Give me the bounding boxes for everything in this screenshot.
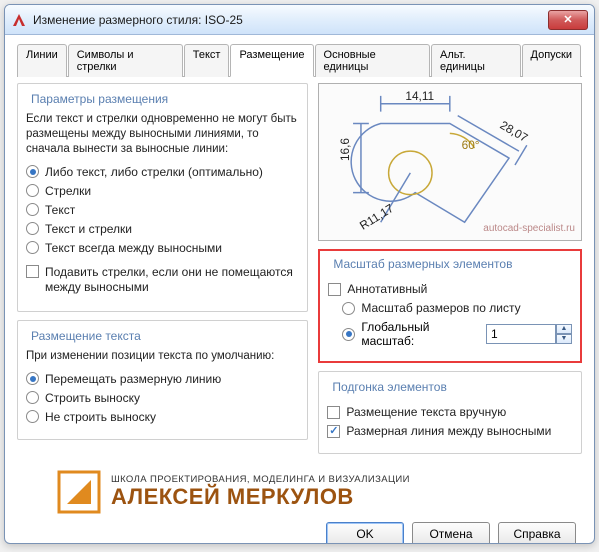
textplace-opt-leader[interactable]: Строить выноску (26, 391, 299, 405)
tab-tolerances[interactable]: Допуски (522, 44, 581, 77)
textplace-intro: При изменении позиции текста по умолчани… (26, 349, 299, 364)
tab-alt-units[interactable]: Альт. единицы (431, 44, 521, 77)
svg-text:R11,17: R11,17 (357, 201, 396, 233)
radio-icon (26, 391, 39, 404)
textplace-legend: Размещение текста (28, 329, 144, 343)
ok-button[interactable]: OK (326, 522, 404, 544)
checkbox-icon (327, 406, 340, 419)
radio-icon (26, 184, 39, 197)
fit-options-group: Параметры размещения Если текст и стрелк… (17, 83, 308, 312)
fine-legend: Подгонка элементов (329, 380, 449, 394)
scale-annotative[interactable]: Аннотативный (328, 282, 572, 296)
logo-icon (57, 470, 101, 514)
svg-text:60°: 60° (462, 138, 480, 152)
tab-lines[interactable]: Линии (17, 44, 67, 77)
scale-global-spinner[interactable]: ▲▼ (486, 324, 572, 344)
fine-manual[interactable]: Размещение текста вручную (327, 405, 573, 419)
dimension-preview: 14,11 16,6 28,07 60° R11,17 autocad-spec… (318, 83, 582, 241)
radio-icon (26, 165, 39, 178)
watermark: autocad-specialist.ru (483, 223, 575, 234)
logo-title: АЛЕКСЕЙ МЕРКУЛОВ (111, 485, 410, 509)
radio-icon (26, 410, 39, 423)
tab-primary-units[interactable]: Основные единицы (315, 44, 430, 77)
fit-opt-text[interactable]: Текст (26, 203, 299, 217)
scale-legend: Масштаб размерных элементов (330, 257, 515, 271)
fit-opt-both[interactable]: Текст и стрелки (26, 222, 299, 236)
button-bar: OK Отмена Справка (17, 522, 582, 544)
radio-icon (26, 241, 39, 254)
logo-block: ШКОЛА ПРОЕКТИРОВАНИЯ, МОДЕЛИНГА И ВИЗУАЛ… (17, 466, 582, 516)
cancel-button[interactable]: Отмена (412, 522, 490, 544)
window-title: Изменение размерного стиля: ISO-25 (33, 13, 548, 27)
spin-up-icon[interactable]: ▲ (556, 324, 572, 334)
tab-symbols-arrows[interactable]: Символы и стрелки (68, 44, 183, 77)
help-button[interactable]: Справка (498, 522, 576, 544)
close-button[interactable]: ✕ (548, 10, 588, 30)
svg-text:16,6: 16,6 (338, 138, 352, 161)
titlebar[interactable]: Изменение размерного стиля: ISO-25 ✕ (5, 5, 594, 35)
tab-fit[interactable]: Размещение (230, 44, 313, 77)
fit-legend: Параметры размещения (28, 92, 171, 106)
fine-tuning-group: Подгонка элементов Размещение текста вру… (318, 371, 582, 454)
textplace-opt-move-line[interactable]: Перемещать размерную линию (26, 372, 299, 386)
radio-icon (342, 302, 355, 315)
radio-icon (26, 222, 39, 235)
scale-layout[interactable]: Масштаб размеров по листу (328, 301, 572, 315)
spin-down-icon[interactable]: ▼ (556, 334, 572, 344)
textplace-opt-no-leader[interactable]: Не строить выноску (26, 410, 299, 424)
radio-icon (26, 203, 39, 216)
checkbox-icon (26, 265, 39, 278)
scale-global-row: Глобальный масштаб: ▲▼ (328, 320, 572, 348)
scale-global-label: Глобальный масштаб: (361, 320, 480, 348)
fit-intro: Если текст и стрелки одновременно не мог… (26, 112, 299, 157)
fit-suppress-arrows[interactable]: Подавить стрелки, если они не помещаются… (26, 265, 299, 296)
fit-opt-either[interactable]: Либо текст, либо стрелки (оптимально) (26, 165, 299, 179)
scale-global-input[interactable] (486, 324, 556, 344)
checkbox-icon (327, 425, 340, 438)
fine-dim-between[interactable]: Размерная линия между выносными (327, 424, 573, 438)
svg-text:14,11: 14,11 (406, 89, 435, 103)
radio-icon (26, 372, 39, 385)
text-placement-group: Размещение текста При изменении позиции … (17, 320, 308, 440)
app-icon (11, 12, 27, 28)
radio-icon[interactable] (342, 328, 355, 341)
checkbox-icon (328, 283, 341, 296)
tab-text[interactable]: Текст (184, 44, 230, 77)
tab-bar: Линии Символы и стрелки Текст Размещение… (17, 43, 582, 77)
fit-opt-arrows[interactable]: Стрелки (26, 184, 299, 198)
fit-opt-always-between[interactable]: Текст всегда между выносными (26, 241, 299, 255)
scale-highlight-box: Масштаб размерных элементов Аннотативный… (318, 249, 582, 363)
